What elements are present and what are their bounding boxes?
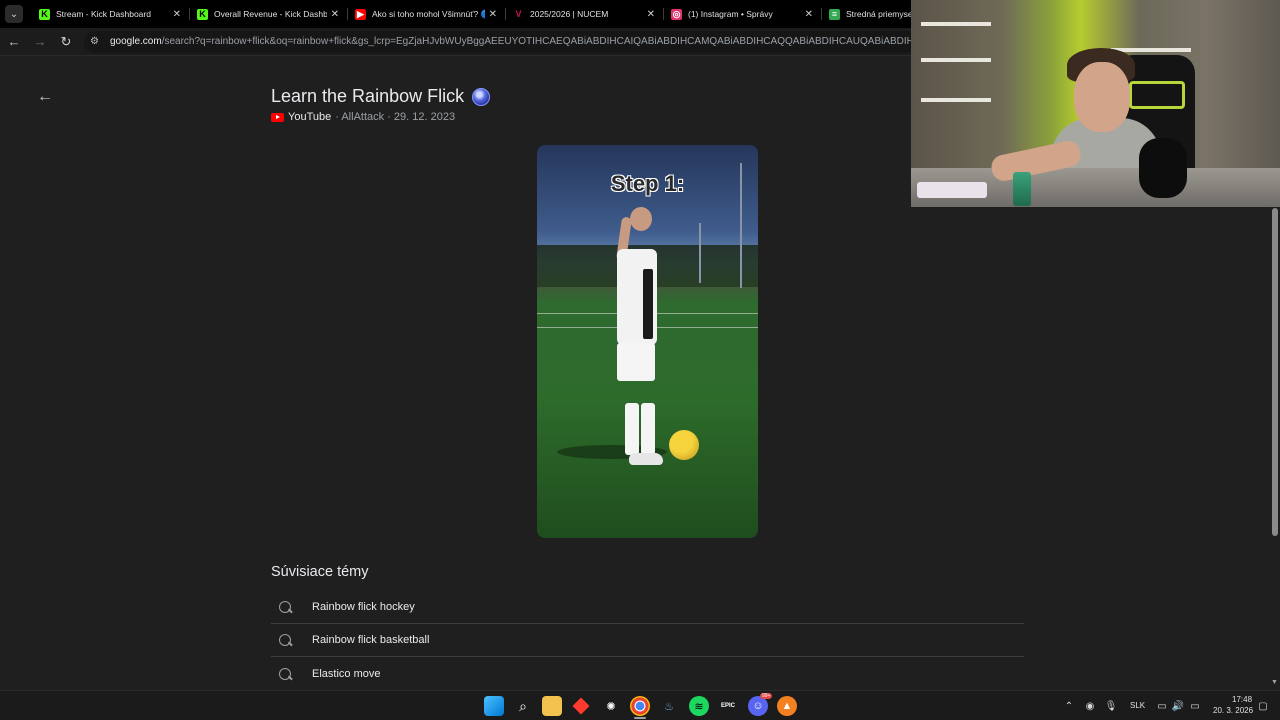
tray-app-icon[interactable]: ◉ bbox=[1083, 699, 1097, 713]
tab-youtube[interactable]: ▶ Ako si toho mohol Všimnúť? 🔵 ✕ bbox=[347, 0, 505, 28]
tab-instagram[interactable]: ◎ (1) Instagram • Správy ✕ bbox=[663, 0, 821, 28]
video-player-sock bbox=[625, 403, 639, 455]
kick-icon: K bbox=[39, 8, 50, 20]
tab-kick-revenue[interactable]: K Overall Revenue - Kick Dashbo ✕ bbox=[189, 0, 347, 28]
search-icon bbox=[279, 601, 291, 613]
windows-start-icon[interactable] bbox=[484, 696, 504, 716]
red-app-icon[interactable] bbox=[571, 696, 591, 716]
url-path: /search?q=rainbow+flick&oq=rainbow+flick… bbox=[161, 36, 1007, 47]
spotify-icon[interactable]: ≋ bbox=[689, 696, 709, 716]
microphone-icon[interactable]: 🎙 bbox=[1104, 699, 1118, 713]
related-topic-item[interactable]: Rainbow flick hockey bbox=[271, 591, 1024, 624]
site-info-icon[interactable]: ⚙ bbox=[90, 36, 104, 47]
page-title: Learn the Rainbow Flick bbox=[271, 86, 491, 107]
discord-icon[interactable]: ☺ bbox=[748, 696, 768, 716]
related-topic-label: Rainbow flick basketball bbox=[312, 634, 430, 646]
video-football bbox=[669, 430, 699, 460]
network-icon[interactable]: ▭ bbox=[1155, 699, 1169, 713]
tab-title: Ako si toho mohol Všimnúť? 🔵 bbox=[372, 8, 485, 19]
chevron-down-icon: ⌄ bbox=[9, 8, 19, 20]
result-source[interactable]: YouTube bbox=[288, 111, 331, 123]
video-player-sock bbox=[641, 403, 655, 455]
youtube-icon bbox=[271, 112, 284, 122]
tab-search-button[interactable]: ⌄ bbox=[5, 5, 23, 23]
video-player-shoe bbox=[629, 453, 663, 465]
related-topics-list: Rainbow flick hockey Rainbow flick baske… bbox=[271, 591, 1024, 690]
chrome-active-indicator bbox=[634, 717, 646, 719]
doc-icon: ≡ bbox=[829, 8, 840, 20]
back-button[interactable]: ← bbox=[2, 30, 26, 54]
search-icon[interactable]: ⌕ bbox=[513, 696, 533, 716]
tab-kick-stream[interactable]: K Stream - Kick Dashboard ✕ bbox=[31, 0, 189, 28]
soccer-globe-icon bbox=[472, 87, 491, 106]
nucem-icon: V bbox=[515, 9, 522, 19]
close-icon[interactable]: ✕ bbox=[331, 9, 339, 20]
steam-icon[interactable]: ♨ bbox=[659, 696, 679, 716]
webcam-overlay bbox=[911, 0, 1280, 207]
result-meta: YouTube · AllAttack · 29. 12. 2023 bbox=[271, 111, 455, 123]
tab-nucem[interactable]: V 2025/2026 | NUCEM ✕ bbox=[505, 0, 663, 28]
forward-button[interactable]: → bbox=[28, 30, 52, 54]
webcam-shelf bbox=[921, 98, 991, 102]
search-icon bbox=[279, 667, 291, 680]
clock-time[interactable]: 17:48 bbox=[1232, 695, 1252, 704]
close-icon[interactable]: ✕ bbox=[489, 9, 497, 20]
video-light-pole bbox=[699, 223, 701, 283]
webcam-person-face bbox=[1074, 62, 1130, 132]
clock-date[interactable]: 20. 3. 2026 bbox=[1213, 706, 1253, 715]
battery-icon[interactable]: ▭ bbox=[1188, 699, 1202, 713]
streaming-app-icon[interactable]: ▲ bbox=[777, 696, 797, 716]
video-caption: Step 1: bbox=[610, 171, 685, 196]
youtube-icon: ▶ bbox=[355, 8, 366, 20]
close-icon[interactable]: ✕ bbox=[647, 9, 655, 20]
back-arrow-icon[interactable]: ← bbox=[36, 88, 54, 106]
video-player-shirt bbox=[617, 249, 657, 345]
close-icon[interactable]: ✕ bbox=[173, 9, 181, 20]
discord-badge: 99+ bbox=[760, 693, 773, 699]
chevron-up-icon[interactable]: ⌃ bbox=[1062, 699, 1076, 713]
url-host: google.com bbox=[110, 36, 162, 47]
taskbar: ⌕ ✺ ♨ ≋ EPIC ☺ 99+ ▲ ⌃ ◉ 🎙 SLK ▭ 🔊 ▭ 17:… bbox=[0, 690, 1280, 720]
result-title[interactable]: Learn the Rainbow Flick bbox=[271, 86, 464, 107]
chrome-icon[interactable] bbox=[630, 696, 650, 716]
tab-title: 2025/2026 | NUCEM bbox=[530, 9, 609, 19]
video-player-shorts bbox=[617, 343, 655, 381]
tab-title: Stream - Kick Dashboard bbox=[56, 9, 151, 19]
related-topics-heading: Súvisiace témy bbox=[271, 564, 369, 580]
webcam-microphone bbox=[1139, 138, 1187, 198]
arrow-left-icon: ← bbox=[7, 34, 21, 49]
related-topic-item[interactable]: Elastico move bbox=[271, 657, 1024, 690]
reload-icon: ↻ bbox=[60, 33, 72, 49]
tab-title: Overall Revenue - Kick Dashbo bbox=[214, 9, 327, 19]
language-indicator[interactable]: SLK bbox=[1130, 701, 1145, 710]
instagram-icon: ◎ bbox=[671, 8, 682, 20]
tab-title: (1) Instagram • Správy bbox=[688, 9, 773, 19]
related-topic-label: Rainbow flick hockey bbox=[312, 601, 415, 613]
arrow-right-icon: → bbox=[33, 34, 47, 49]
webcam-drink-can bbox=[1013, 172, 1031, 206]
webcam-shelf bbox=[921, 22, 991, 26]
search-icon bbox=[279, 634, 291, 646]
related-topic-item[interactable]: Rainbow flick basketball bbox=[271, 624, 1024, 657]
epic-games-icon[interactable]: EPIC bbox=[718, 696, 738, 716]
notification-icon[interactable]: ▢ bbox=[1256, 699, 1270, 713]
openai-icon[interactable]: ✺ bbox=[601, 696, 621, 716]
result-channel-date: · AllAttack · 29. 12. 2023 bbox=[335, 111, 456, 123]
webcam-shelf bbox=[921, 58, 991, 62]
reload-button[interactable]: ↻ bbox=[54, 30, 78, 54]
kick-icon: K bbox=[197, 8, 208, 20]
volume-icon[interactable]: 🔊 bbox=[1171, 699, 1185, 713]
related-topic-label: Elastico move bbox=[312, 667, 381, 680]
file-explorer-icon[interactable] bbox=[542, 696, 562, 716]
webcam-keyboard bbox=[917, 182, 987, 198]
close-icon[interactable]: ✕ bbox=[805, 9, 813, 20]
video-player[interactable]: Step 1: bbox=[537, 145, 758, 538]
video-player-head bbox=[630, 207, 652, 231]
scroll-down-icon[interactable]: ▼ bbox=[1271, 679, 1278, 686]
scrollbar-thumb[interactable] bbox=[1272, 208, 1278, 536]
